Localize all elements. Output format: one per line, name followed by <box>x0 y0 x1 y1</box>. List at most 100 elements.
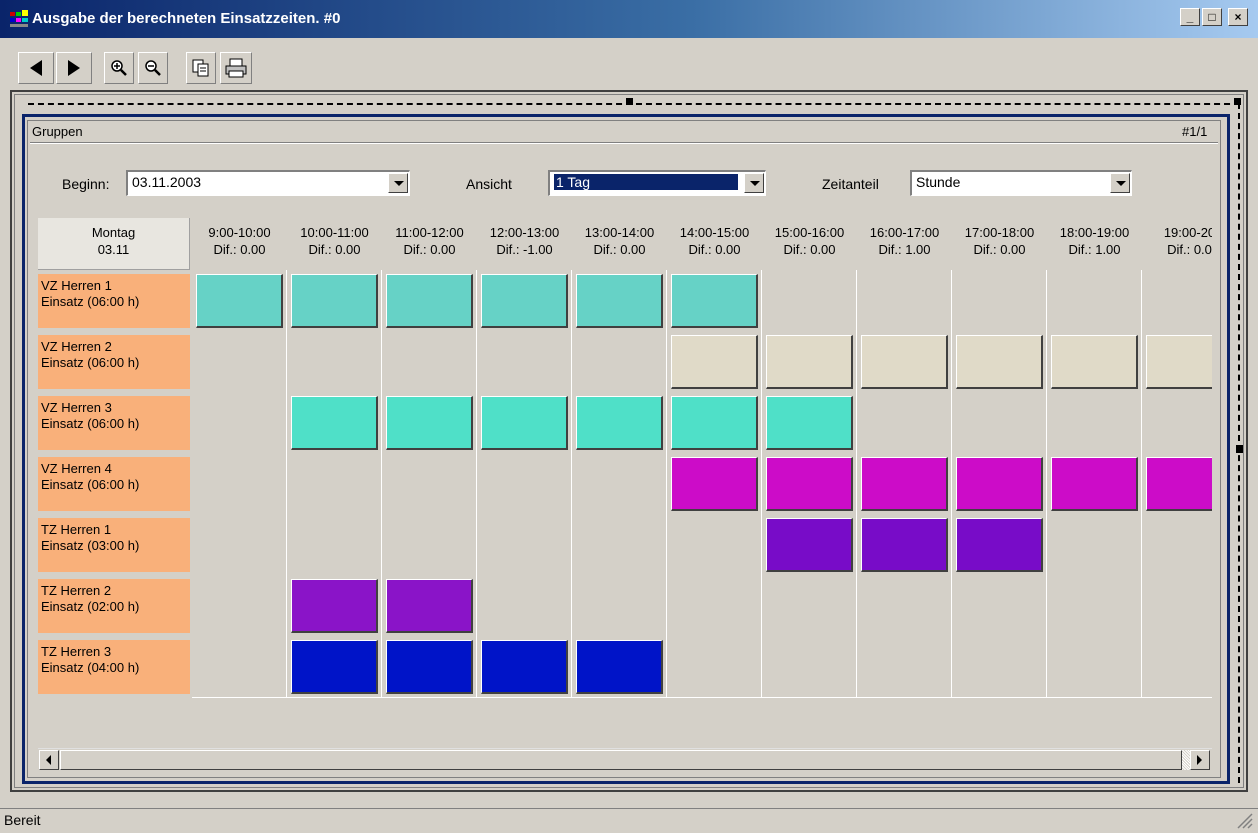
schedule-cell[interactable] <box>287 331 382 393</box>
shift-block[interactable] <box>576 274 663 328</box>
schedule-cell[interactable] <box>477 331 572 393</box>
schedule-cell[interactable] <box>382 453 477 515</box>
shift-block[interactable] <box>1146 457 1212 511</box>
shift-block[interactable] <box>481 396 568 450</box>
maximize-button[interactable]: □ <box>1202 8 1222 26</box>
shift-block[interactable] <box>386 640 473 694</box>
resize-handle-top[interactable] <box>626 98 633 105</box>
shift-block[interactable] <box>576 396 663 450</box>
schedule-cell[interactable] <box>952 270 1047 332</box>
schedule-cell[interactable] <box>192 331 287 393</box>
schedule-cell[interactable] <box>192 575 287 637</box>
schedule-cell[interactable] <box>857 636 952 698</box>
schedule-cell[interactable] <box>762 270 857 332</box>
zoom-in-button[interactable] <box>104 52 134 84</box>
schedule-cell[interactable] <box>287 514 382 576</box>
shift-block[interactable] <box>576 640 663 694</box>
shift-block[interactable] <box>291 396 378 450</box>
shift-block[interactable] <box>1146 335 1212 389</box>
schedule-cell[interactable] <box>1142 392 1212 454</box>
schedule-cell[interactable] <box>667 514 762 576</box>
shift-block[interactable] <box>766 518 853 572</box>
schedule-cell[interactable] <box>762 575 857 637</box>
schedule-cell[interactable] <box>952 636 1047 698</box>
zeitanteil-combo[interactable]: Stunde <box>910 170 1132 196</box>
resize-grip-icon[interactable] <box>1234 810 1254 830</box>
scrollbar-track[interactable] <box>1182 750 1190 770</box>
schedule-cell[interactable] <box>572 514 667 576</box>
shift-block[interactable] <box>956 518 1043 572</box>
schedule-cell[interactable] <box>287 453 382 515</box>
shift-block[interactable] <box>196 274 283 328</box>
shift-block[interactable] <box>766 335 853 389</box>
schedule-cell[interactable] <box>857 392 952 454</box>
schedule-cell[interactable] <box>192 636 287 698</box>
shift-block[interactable] <box>671 396 758 450</box>
schedule-cell[interactable] <box>1142 575 1212 637</box>
shift-block[interactable] <box>1051 457 1138 511</box>
schedule-cell[interactable] <box>952 575 1047 637</box>
copy-button[interactable] <box>186 52 216 84</box>
schedule-cell[interactable] <box>667 636 762 698</box>
resize-handle-right[interactable] <box>1236 445 1243 453</box>
print-button[interactable] <box>220 52 252 84</box>
shift-block[interactable] <box>386 396 473 450</box>
schedule-cell[interactable] <box>572 331 667 393</box>
chevron-down-icon[interactable] <box>744 173 764 193</box>
schedule-cell[interactable] <box>477 575 572 637</box>
shift-block[interactable] <box>671 274 758 328</box>
schedule-cell[interactable] <box>762 636 857 698</box>
shift-block[interactable] <box>861 518 948 572</box>
schedule-cell[interactable] <box>1142 636 1212 698</box>
scrollbar-thumb[interactable] <box>60 750 1182 770</box>
shift-block[interactable] <box>956 335 1043 389</box>
shift-block[interactable] <box>956 457 1043 511</box>
resize-handle-top-right[interactable] <box>1234 98 1241 105</box>
close-button[interactable]: × <box>1228 8 1248 26</box>
schedule-cell[interactable] <box>572 453 667 515</box>
schedule-grid[interactable]: Montag 03.11 9:00-10:00 Dif.: 0.00 10:00-1… <box>38 218 1212 748</box>
shift-block[interactable] <box>481 274 568 328</box>
ansicht-combo[interactable]: 1 Tag <box>548 170 766 196</box>
schedule-cell[interactable] <box>857 575 952 637</box>
schedule-cell[interactable] <box>667 575 762 637</box>
schedule-cell[interactable] <box>192 514 287 576</box>
scroll-right-button[interactable] <box>1190 750 1210 770</box>
chevron-down-icon[interactable] <box>1110 173 1130 193</box>
scroll-left-button[interactable] <box>39 750 59 770</box>
shift-block[interactable] <box>861 457 948 511</box>
schedule-cell[interactable] <box>1047 392 1142 454</box>
shift-block[interactable] <box>671 335 758 389</box>
shift-block[interactable] <box>291 640 378 694</box>
shift-block[interactable] <box>671 457 758 511</box>
shift-block[interactable] <box>766 396 853 450</box>
schedule-cell[interactable] <box>382 514 477 576</box>
shift-block[interactable] <box>481 640 568 694</box>
horizontal-scrollbar[interactable] <box>38 748 1212 771</box>
schedule-cell[interactable] <box>1047 636 1142 698</box>
minimize-button[interactable]: _ <box>1180 8 1200 26</box>
shift-block[interactable] <box>386 274 473 328</box>
forward-button[interactable] <box>56 52 92 84</box>
schedule-cell[interactable] <box>477 514 572 576</box>
zoom-out-button[interactable] <box>138 52 168 84</box>
schedule-cell[interactable] <box>192 392 287 454</box>
schedule-cell[interactable] <box>1047 514 1142 576</box>
shift-block[interactable] <box>291 274 378 328</box>
chevron-down-icon[interactable] <box>388 173 408 193</box>
shift-block[interactable] <box>291 579 378 633</box>
schedule-cell[interactable] <box>192 453 287 515</box>
back-button[interactable] <box>18 52 54 84</box>
shift-block[interactable] <box>386 579 473 633</box>
schedule-cell[interactable] <box>1142 514 1212 576</box>
shift-block[interactable] <box>766 457 853 511</box>
schedule-cell[interactable] <box>477 453 572 515</box>
schedule-cell[interactable] <box>572 575 667 637</box>
beginn-combo[interactable]: 03.11.2003 <box>126 170 410 196</box>
schedule-cell[interactable] <box>1047 270 1142 332</box>
shift-block[interactable] <box>861 335 948 389</box>
schedule-cell[interactable] <box>1142 270 1212 332</box>
schedule-cell[interactable] <box>1047 575 1142 637</box>
schedule-cell[interactable] <box>857 270 952 332</box>
shift-block[interactable] <box>1051 335 1138 389</box>
